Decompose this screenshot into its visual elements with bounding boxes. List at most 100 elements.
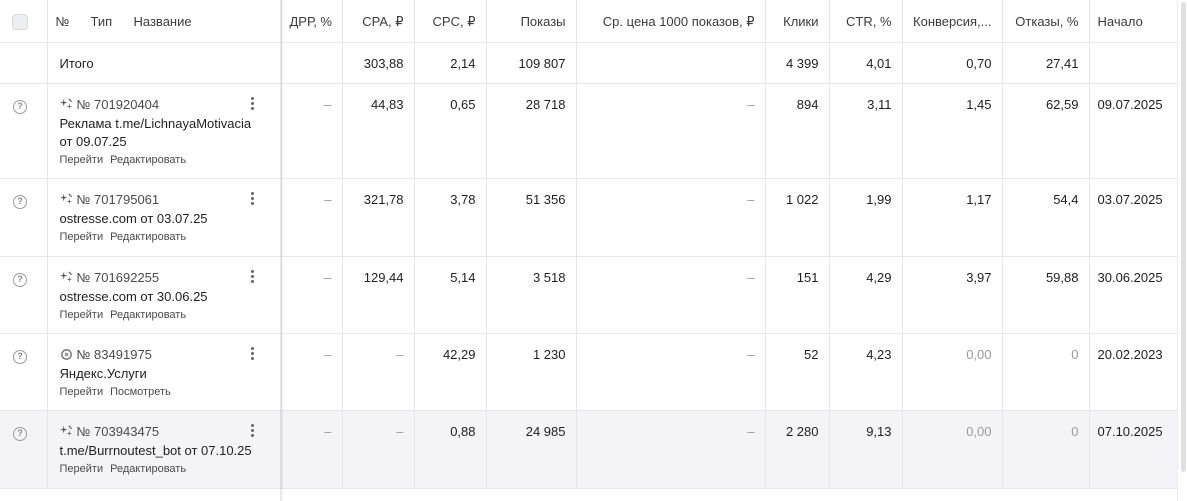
- cell-cpa: 129,44: [342, 256, 415, 334]
- header-clicks[interactable]: Клики: [765, 0, 830, 43]
- row-status-cell: ?: [0, 83, 48, 179]
- cell-ctr: 4,23: [829, 333, 903, 411]
- cell-start: 20.02.2023: [1089, 333, 1178, 411]
- cell-cpm: –: [576, 333, 766, 411]
- cell-clicks: 52: [765, 333, 830, 411]
- campaign-cell: № 701795061 ostresse.com от 03.07.25 Пер…: [47, 178, 282, 257]
- cell-bounce: 59,88: [1002, 256, 1090, 334]
- total-cpm: [576, 42, 766, 84]
- more-menu-icon[interactable]: [249, 269, 257, 285]
- cell-cpm: –: [576, 410, 766, 489]
- row-status-cell: ?: [0, 333, 48, 411]
- cell-ctr: 3,11: [829, 83, 903, 179]
- edit-link[interactable]: Редактировать: [110, 463, 186, 475]
- help-icon[interactable]: ?: [13, 426, 27, 441]
- header-campaign: № Тип Название: [47, 0, 282, 43]
- cell-shows: 51 356: [486, 178, 577, 257]
- campaign-name: t.me/Burrnoutest_bot от 07.10.25: [59, 442, 252, 458]
- header-cpa[interactable]: CPA, ₽: [342, 0, 415, 43]
- more-menu-icon[interactable]: [249, 423, 257, 439]
- campaign-name: Реклама t.me/LichnayaMotivacia от 09.07.…: [59, 115, 252, 149]
- total-clicks: 4 399: [765, 42, 830, 84]
- help-icon[interactable]: ?: [13, 349, 27, 364]
- select-all-checkbox[interactable]: [12, 14, 28, 30]
- cell-shows: 24 985: [486, 410, 577, 489]
- header-bounce[interactable]: Отказы, %: [1002, 0, 1090, 43]
- cell-ctr: 1,99: [829, 178, 903, 257]
- header-ctr[interactable]: CTR, %: [829, 0, 903, 43]
- cell-conversion: 1,17: [902, 178, 1003, 257]
- go-link[interactable]: Перейти: [60, 386, 104, 398]
- more-menu-icon[interactable]: [249, 96, 257, 112]
- row-status-cell: ?: [0, 256, 48, 334]
- cell-clicks: 894: [765, 83, 830, 179]
- header-name[interactable]: Название: [134, 14, 192, 29]
- cell-clicks: 151: [765, 256, 830, 334]
- cell-clicks: 1 022: [765, 178, 830, 257]
- total-drr: [281, 42, 343, 84]
- cell-bounce: 54,4: [1002, 178, 1090, 257]
- sparkle-icon: [59, 271, 72, 282]
- header-drr[interactable]: ДРР, %: [281, 0, 343, 43]
- campaign-number: № 703943475: [76, 423, 160, 439]
- cell-cpm: –: [576, 256, 766, 334]
- header-cpc[interactable]: CPC, ₽: [414, 0, 487, 43]
- campaign-name: Яндекс.Услуги: [59, 365, 147, 381]
- services-icon: [60, 348, 72, 360]
- row-status-cell: ?: [0, 178, 48, 257]
- cell-start: 07.10.2025: [1089, 410, 1178, 489]
- more-menu-icon[interactable]: [249, 191, 257, 207]
- campaign-name: ostresse.com от 03.07.25: [59, 210, 208, 226]
- table-row: ? № 83491975 Яндекс.Услуги Перейти Посмот…: [0, 333, 1178, 411]
- header-start[interactable]: Начало: [1089, 0, 1178, 43]
- help-icon[interactable]: ?: [13, 99, 27, 114]
- campaign-cell: № 701692255 ostresse.com от 30.06.25 Пер…: [47, 256, 282, 334]
- cell-shows: 1 230: [486, 333, 577, 411]
- table-row: ? № 703943475 t.me/Burrnoutest_bot от 07…: [0, 410, 1178, 489]
- go-link[interactable]: Перейти: [60, 154, 104, 166]
- campaign-table: № Тип Название ДРР, % CPA, ₽ CPC, ₽ Показы…: [0, 0, 1178, 489]
- sparkle-icon: [59, 193, 72, 204]
- cell-cpc: 0,65: [414, 83, 487, 179]
- cell-drr: –: [281, 83, 343, 179]
- cell-cpc: 0,88: [414, 410, 487, 489]
- more-menu-icon[interactable]: [249, 346, 257, 362]
- cell-cpa: 44,83: [342, 83, 415, 179]
- cell-cpc: 5,14: [414, 256, 487, 334]
- cell-cpa: –: [342, 410, 415, 489]
- total-empty-cell: [0, 42, 48, 84]
- cell-start: 03.07.2025: [1089, 178, 1178, 257]
- campaign-cell: № 703943475 t.me/Burrnoutest_bot от 07.1…: [47, 410, 282, 489]
- vertical-scrollbar[interactable]: [1177, 0, 1187, 501]
- scrollbar-thumb[interactable]: [1181, 2, 1186, 472]
- sparkle-icon: [59, 425, 72, 436]
- go-link[interactable]: Перейти: [60, 231, 104, 243]
- cell-start: 30.06.2025: [1089, 256, 1178, 334]
- help-icon[interactable]: ?: [13, 194, 27, 209]
- campaign-table-view: № Тип Название ДРР, % CPA, ₽ CPC, ₽ Показы…: [0, 0, 1187, 501]
- edit-link[interactable]: Редактировать: [110, 309, 186, 321]
- cell-cpa: 321,78: [342, 178, 415, 257]
- header-cpm[interactable]: Ср. цена 1000 показов, ₽: [576, 0, 766, 43]
- cell-ctr: 9,13: [829, 410, 903, 489]
- header-conversion[interactable]: Конверсия,...: [902, 0, 1003, 43]
- help-icon[interactable]: ?: [13, 272, 27, 287]
- campaign-name: ostresse.com от 30.06.25: [59, 288, 208, 304]
- cell-ctr: 4,29: [829, 256, 903, 334]
- cell-bounce: 0: [1002, 410, 1090, 489]
- go-link[interactable]: Перейти: [60, 463, 104, 475]
- header-number[interactable]: №: [56, 14, 91, 29]
- edit-link[interactable]: Редактировать: [110, 154, 186, 166]
- header-type[interactable]: Тип: [91, 14, 134, 29]
- cell-cpa: –: [342, 333, 415, 411]
- table-header-row: № Тип Название ДРР, % CPA, ₽ CPC, ₽ Показы…: [0, 0, 1178, 43]
- edit-link[interactable]: Редактировать: [110, 231, 186, 243]
- campaign-number: № 701920404: [76, 96, 160, 112]
- go-link[interactable]: Перейти: [60, 309, 104, 321]
- total-cpa: 303,88: [342, 42, 415, 84]
- cell-bounce: 62,59: [1002, 83, 1090, 179]
- view-link[interactable]: Посмотреть: [110, 386, 171, 398]
- campaign-cell: № 701920404 Реклама t.me/LichnayaMotivac…: [47, 83, 282, 179]
- cell-conversion: 0,00: [902, 410, 1003, 489]
- header-shows[interactable]: Показы: [486, 0, 577, 43]
